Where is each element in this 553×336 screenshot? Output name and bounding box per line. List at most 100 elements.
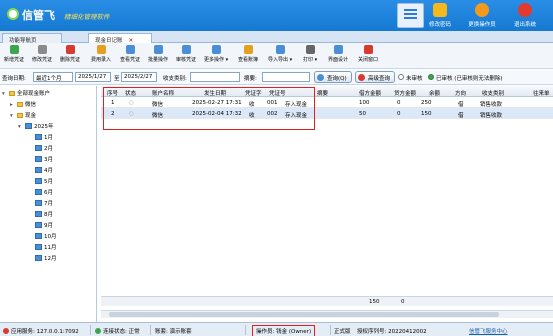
- tree-root[interactable]: ▾ 全部现金账户: [2, 89, 50, 97]
- switch-operator-button[interactable]: 更换操作员: [462, 3, 502, 30]
- tree-node-month[interactable]: 2月: [35, 144, 53, 152]
- calendar-icon: [25, 123, 32, 129]
- tree-node-month[interactable]: 4月: [35, 166, 53, 174]
- tree-node-label: 9月: [44, 223, 53, 229]
- calendar-icon: [35, 222, 42, 228]
- delete-voucher-button[interactable]: 删除凭证: [60, 45, 80, 63]
- import-export-button[interactable]: 导入导出 ▾: [268, 45, 292, 63]
- print-button[interactable]: 打印 ▾: [303, 45, 317, 63]
- tree-node-year[interactable]: ▾ 2025年: [18, 122, 54, 130]
- audit-voucher-button[interactable]: 审核凭证: [176, 45, 196, 63]
- toolbar: 新增凭证 修改凭证 删除凭证 费用录入 查看凭证 批量操作 审核凭证 更多操作 …: [0, 43, 553, 69]
- tree-node-month[interactable]: 10月: [35, 232, 57, 240]
- unaudited-radio[interactable]: [398, 74, 404, 80]
- column-header[interactable]: 状态: [125, 89, 136, 97]
- edit-voucher-button[interactable]: 修改凭证: [32, 45, 52, 63]
- user-icon: [475, 3, 489, 17]
- change-password-button[interactable]: 修改密码: [420, 3, 460, 30]
- tree-node-month[interactable]: 6月: [35, 188, 53, 196]
- tab-navigation[interactable]: 功能导航页: [2, 33, 62, 44]
- tree-node-month[interactable]: 3月: [35, 155, 53, 163]
- column-header[interactable]: 借方金额: [359, 89, 381, 97]
- column-header[interactable]: 序号: [107, 89, 118, 97]
- column-header[interactable]: 往来单: [533, 89, 550, 97]
- query-bar: 查询日期: 最近1个月 2025/1/27 至 2025/2/27 收支类别: …: [0, 70, 553, 85]
- collapse-icon[interactable]: ▾: [2, 91, 7, 97]
- advanced-query-label: 高级查询: [368, 76, 391, 82]
- cell-no: 2: [111, 111, 115, 117]
- calendar-icon: [35, 167, 42, 173]
- toolbar-label: 新增凭证: [4, 57, 25, 63]
- column-header[interactable]: 凭证号: [269, 89, 286, 97]
- horizontal-scrollbar[interactable]: [101, 310, 553, 318]
- tree-node-month[interactable]: 9月: [35, 221, 53, 229]
- column-header[interactable]: 账户名称: [152, 89, 174, 97]
- cell-direction: 借: [458, 102, 464, 108]
- column-header[interactable]: 余额: [429, 89, 440, 97]
- column-header[interactable]: 贷方金额: [394, 89, 416, 97]
- divider: [90, 325, 91, 335]
- scrollbar-thumb[interactable]: [109, 312, 499, 317]
- folder-icon: [17, 113, 23, 118]
- search-icon: [317, 74, 324, 81]
- batch-icon: [153, 45, 163, 54]
- cell-account: 微信: [152, 113, 164, 119]
- edition: 正式版: [334, 329, 351, 335]
- collapse-icon[interactable]: ▾: [10, 113, 15, 119]
- category-input[interactable]: [190, 72, 240, 82]
- view-voucher-button[interactable]: 查看凭证: [120, 45, 140, 63]
- cell-date: 2025-02-27 17:31: [192, 100, 242, 106]
- expense-entry-button[interactable]: 费用录入: [91, 45, 111, 63]
- tree-node-month[interactable]: 8月: [35, 210, 53, 218]
- app-server-label: 应用服务:: [11, 329, 35, 335]
- column-header[interactable]: 凭证字: [245, 89, 262, 97]
- tree-node-wechat[interactable]: ▸ 微信: [10, 100, 36, 108]
- debit-total: 150: [369, 299, 380, 305]
- tree-node-cash[interactable]: ▾ 现金: [10, 111, 36, 119]
- query-button[interactable]: 查询(Q): [314, 71, 352, 83]
- interface-design-button[interactable]: 界面设计: [328, 45, 348, 63]
- calendar-icon: [35, 211, 42, 217]
- add-voucher-button[interactable]: 新增凭证: [4, 45, 24, 63]
- cell-word: 收: [249, 113, 255, 119]
- tree-node-label: 3月: [44, 157, 53, 163]
- toolbar-label: 审核凭证: [176, 57, 197, 63]
- tree-node-month[interactable]: 12月: [35, 254, 57, 262]
- date-to-input[interactable]: 2025/2/27: [121, 72, 157, 82]
- collapse-icon[interactable]: ▾: [18, 124, 23, 130]
- tab-cash-journal[interactable]: 现金日记账 ✕: [88, 33, 152, 44]
- calendar-icon: [35, 233, 42, 239]
- tree-node-label: 10月: [44, 234, 57, 240]
- status-bar: 应用服务: 127.0.0.1:7092 连接状态: 正常 账套: 演示账套 操…: [0, 322, 553, 336]
- tree-node-month[interactable]: 7月: [35, 199, 53, 207]
- close-window-button[interactable]: 关闭窗口: [358, 45, 378, 63]
- expand-icon[interactable]: ▸: [10, 102, 15, 108]
- tree-node-month[interactable]: 1月: [35, 133, 53, 141]
- exit-system-button[interactable]: 退出系统: [505, 3, 545, 30]
- summary-input[interactable]: [262, 72, 310, 82]
- table-row[interactable]: 1 ○ 微信 2025-02-27 17:31 收 001 存入现金 100 0…: [101, 97, 553, 108]
- view-ledger-button[interactable]: 查看账簿: [238, 45, 258, 63]
- cell-balance: 150: [421, 111, 432, 117]
- column-header[interactable]: 收支类别: [482, 89, 504, 97]
- date-range-select[interactable]: 最近1个月: [33, 72, 73, 82]
- tree-node-month[interactable]: 5月: [35, 177, 53, 185]
- column-header[interactable]: 方向: [455, 89, 466, 97]
- batch-operation-button[interactable]: 批量操作: [148, 45, 168, 63]
- more-operations-button[interactable]: 更多操作 ▾: [204, 45, 228, 63]
- cell-summary: 存入现金: [285, 113, 308, 119]
- tree-node-month[interactable]: 11月: [35, 243, 57, 251]
- check-icon: [95, 328, 101, 334]
- table-row[interactable]: 2 ○ 微信 2025-02-04 17:32 收 002 存入现金 50 0 …: [101, 108, 553, 119]
- toolbar-label: 导入导出 ▾: [268, 57, 293, 63]
- column-header[interactable]: 摘要: [317, 89, 328, 97]
- advanced-query-button[interactable]: 高级查询: [355, 71, 396, 83]
- calendar-icon: [35, 244, 42, 250]
- service-center-link[interactable]: 信管飞服务中心: [469, 327, 508, 335]
- date-from-input[interactable]: 2025/1/27: [75, 72, 111, 82]
- toolbar-label: 查看账簿: [238, 57, 259, 63]
- edit-icon: [37, 45, 47, 54]
- cell-credit: 0: [397, 111, 401, 117]
- column-header[interactable]: 发生日期: [204, 89, 226, 97]
- audited-radio[interactable]: [428, 74, 434, 80]
